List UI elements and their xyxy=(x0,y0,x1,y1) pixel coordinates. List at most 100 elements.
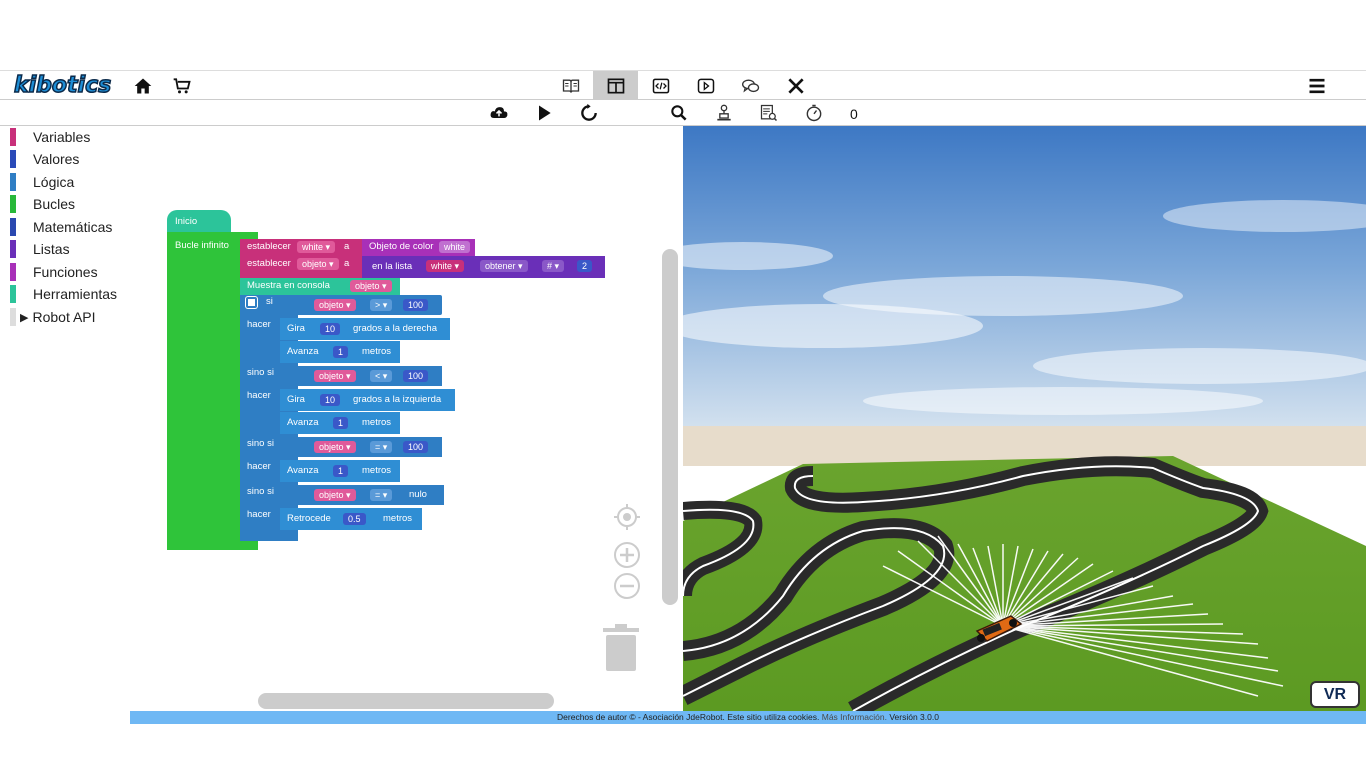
category-label: Bucles xyxy=(33,196,76,212)
number-field[interactable]: 1 xyxy=(333,346,349,358)
category-logica[interactable]: Lógica xyxy=(10,172,74,192)
kibotics-logo[interactable]: kibotics xyxy=(13,72,112,99)
block-text: Gira xyxy=(287,323,305,334)
inspect-code-icon[interactable] xyxy=(757,101,781,125)
number-field[interactable]: 1 xyxy=(333,465,349,477)
category-label: Matemáticas xyxy=(33,219,113,235)
index-mode-dropdown[interactable]: # ▾ xyxy=(542,260,565,272)
do-keyword: hacer xyxy=(247,509,271,520)
elseif-keyword: sino si xyxy=(247,438,274,449)
compare-block[interactable]: objeto ▾ > ▾ 100 xyxy=(298,295,442,315)
expand-arrow-icon: ▶ xyxy=(20,311,29,324)
hamburger-menu-icon[interactable] xyxy=(1305,74,1329,98)
simulation-toolbar: 0 xyxy=(0,100,1366,126)
compare-block[interactable]: objeto ▾ = ▾ nulo xyxy=(298,485,444,505)
blockly-toolbox: Variables Valores Lógica Bucles Matemáti… xyxy=(0,126,130,711)
turn-left-block[interactable]: Gira 10 grados a la izquierda xyxy=(280,389,455,411)
close-icon[interactable] xyxy=(784,74,808,98)
category-matematicas[interactable]: Matemáticas xyxy=(10,217,112,237)
number-field[interactable]: 0.5 xyxy=(343,513,366,525)
forward-block[interactable]: Avanza 1 metros xyxy=(280,341,400,363)
forward-block[interactable]: Avanza 1 metros xyxy=(280,412,400,434)
color-arg-field[interactable]: white xyxy=(439,241,471,253)
chat-icon[interactable] xyxy=(739,74,763,98)
print-console-block[interactable]: Muestra en consola objeto ▾ xyxy=(240,278,400,295)
block-text: en la lista xyxy=(372,261,413,272)
do-keyword: hacer xyxy=(247,461,271,472)
block-text: Muestra en consola xyxy=(247,280,330,291)
category-funciones[interactable]: Funciones xyxy=(10,262,98,282)
color-object-block[interactable]: Objeto de color white xyxy=(362,239,475,256)
home-icon[interactable] xyxy=(131,74,155,98)
variable-dropdown[interactable]: objeto ▾ xyxy=(314,441,356,453)
play-icon[interactable] xyxy=(532,101,556,125)
operator-dropdown[interactable]: = ▾ xyxy=(370,489,393,501)
scene-canvas xyxy=(683,126,1366,711)
block-text: metros xyxy=(383,513,413,524)
split-view-icon[interactable] xyxy=(604,74,628,98)
zoom-out-icon[interactable] xyxy=(613,572,641,600)
category-label: Lógica xyxy=(33,174,75,190)
timer-counter: 0 xyxy=(850,106,858,122)
operator-dropdown[interactable]: < ▾ xyxy=(370,370,393,382)
variable-dropdown[interactable]: white ▾ xyxy=(297,241,336,253)
footer-more-info-link[interactable]: Más Información. xyxy=(822,712,887,722)
upload-cloud-icon[interactable] xyxy=(487,101,511,125)
robot-user-icon[interactable] xyxy=(712,101,736,125)
gear-icon[interactable] xyxy=(246,297,257,308)
reset-icon[interactable] xyxy=(577,101,601,125)
trash-icon[interactable] xyxy=(601,623,641,673)
code-view-icon[interactable] xyxy=(649,74,673,98)
backward-block[interactable]: Retrocede 0.5 metros xyxy=(280,508,422,530)
vertical-scrollbar[interactable] xyxy=(662,249,678,605)
variable-dropdown[interactable]: objeto ▾ xyxy=(297,258,339,270)
list-variable-dropdown[interactable]: white ▾ xyxy=(426,260,465,272)
operator-dropdown[interactable]: > ▾ xyxy=(370,299,393,311)
variable-dropdown[interactable]: objeto ▾ xyxy=(314,489,356,501)
number-field[interactable]: 100 xyxy=(403,299,429,311)
category-label: Listas xyxy=(33,241,70,257)
horizontal-scrollbar[interactable] xyxy=(258,693,554,709)
list-op-dropdown[interactable]: obtener ▾ xyxy=(480,260,528,272)
operator-dropdown[interactable]: = ▾ xyxy=(370,441,393,453)
category-variables[interactable]: Variables xyxy=(10,127,90,147)
number-field[interactable]: 100 xyxy=(403,441,429,453)
block-text: Bucle infinito xyxy=(175,240,229,251)
category-listas[interactable]: Listas xyxy=(10,239,70,259)
zoom-in-icon[interactable] xyxy=(613,541,641,569)
search-icon[interactable] xyxy=(667,101,691,125)
category-robot-api[interactable]: ▶ Robot API xyxy=(10,307,96,327)
forward-block[interactable]: Avanza 1 metros xyxy=(280,460,400,482)
book-view-icon[interactable] xyxy=(559,74,583,98)
number-field[interactable]: 10 xyxy=(320,323,341,335)
timer-icon[interactable] xyxy=(802,101,826,125)
turn-right-block[interactable]: Gira 10 grados a la derecha xyxy=(280,318,450,340)
blockly-workspace[interactable]: Inicio Bucle infinito establecer white ▾… xyxy=(130,126,683,711)
compare-block[interactable]: objeto ▾ = ▾ 100 xyxy=(298,437,442,457)
compare-block[interactable]: objeto ▾ < ▾ 100 xyxy=(298,366,442,386)
category-bucles[interactable]: Bucles xyxy=(10,194,75,214)
variable-dropdown[interactable]: objeto ▾ xyxy=(314,370,356,382)
set-variable-block[interactable]: establecer white ▾ a xyxy=(240,239,364,256)
simulation-3d-view[interactable]: VR xyxy=(683,126,1366,711)
list-get-block[interactable]: en la lista white ▾ obtener ▾ # ▾ 2 xyxy=(362,256,605,278)
number-field[interactable]: 1 xyxy=(333,417,349,429)
simulation-view-icon[interactable] xyxy=(694,74,718,98)
index-value-field[interactable]: 2 xyxy=(577,260,593,272)
number-field[interactable]: 10 xyxy=(320,394,341,406)
vr-button[interactable]: VR xyxy=(1310,681,1360,708)
category-herramientas[interactable]: Herramientas xyxy=(10,284,117,304)
recenter-icon[interactable] xyxy=(613,503,641,531)
start-block[interactable]: Inicio xyxy=(167,210,231,232)
variable-dropdown[interactable]: objeto ▾ xyxy=(314,299,356,311)
top-navbar: kibotics xyxy=(0,70,1366,100)
block-text: metros xyxy=(362,346,392,357)
block-text: Inicio xyxy=(175,216,198,227)
category-valores[interactable]: Valores xyxy=(10,149,79,169)
cart-icon[interactable] xyxy=(170,74,194,98)
category-label: Variables xyxy=(33,129,91,145)
block-text: Avanza xyxy=(287,465,319,476)
number-field[interactable]: 100 xyxy=(403,370,429,382)
variable-dropdown[interactable]: objeto ▾ xyxy=(350,280,392,292)
block-text: metros xyxy=(362,417,392,428)
